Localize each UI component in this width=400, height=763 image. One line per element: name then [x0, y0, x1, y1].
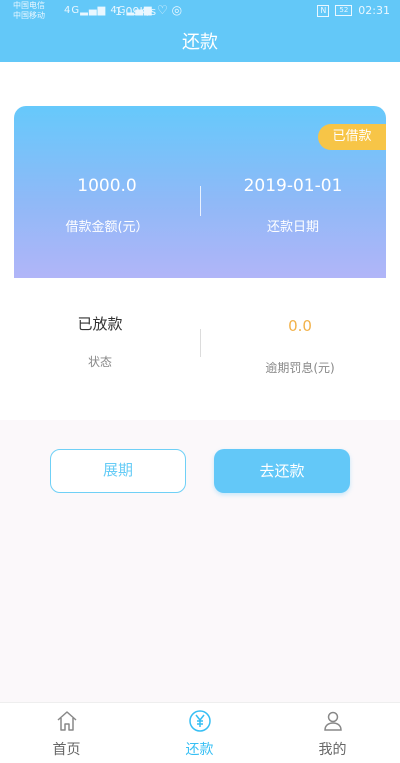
carrier-1: 中国电信 — [13, 1, 45, 10]
repay-date-value: 2019-01-01 — [243, 176, 343, 196]
nav-label-home: 首页 — [52, 742, 81, 758]
notification-icons: ♡ ◎ — [157, 3, 182, 17]
nav-label-repay: 还款 — [185, 742, 214, 758]
nav-item-repay[interactable]: 还款 — [133, 709, 266, 759]
status-value: 已放款 — [77, 315, 123, 333]
clock: 02:31 — [358, 4, 390, 17]
loan-card: 已借款 1000.0 借款金额(元） 2019-01-01 还款日期 — [14, 106, 386, 278]
page-title: 还款 — [182, 32, 218, 53]
battery-icon: 52 — [335, 5, 353, 16]
nav-label-mine: 我的 — [318, 742, 347, 758]
carrier-2: 中国移动 — [13, 11, 45, 20]
extend-button[interactable]: 展期 — [50, 449, 186, 493]
action-panel: 展期 去还款 — [0, 420, 400, 702]
signal-icon: ▂▄▆ — [80, 5, 107, 16]
status-right: N 52 02:31 — [317, 4, 390, 17]
carrier-names: 中国电信 中国移动 — [13, 1, 45, 21]
loan-amount-value: 1000.0 — [77, 176, 137, 196]
heart-icon: ♡ — [157, 3, 168, 17]
nav-item-mine[interactable]: 我的 — [266, 709, 399, 759]
network-type-1: 4G — [64, 5, 81, 16]
penalty-label: 逾期罚息(元) — [265, 361, 335, 375]
user-icon — [323, 711, 342, 731]
status-label: 状态 — [87, 355, 112, 369]
penalty-value: 0.0 — [288, 317, 312, 335]
repay-button[interactable]: 去还款 — [214, 449, 350, 493]
loan-amount-label: 借款金额(元） — [65, 220, 149, 235]
status-bar: 中国电信 中国移动 4G▂▄▆ 4G▂▄▆ 1.09K/s ♡ ◎ N 52 0… — [0, 0, 400, 24]
app-icon: ◎ — [171, 3, 183, 17]
home-icon — [57, 711, 76, 731]
nfc-icon: N — [317, 4, 330, 17]
top-header: 中国电信 中国移动 4G▂▄▆ 4G▂▄▆ 1.09K/s ♡ ◎ N 52 0… — [0, 0, 400, 62]
nav-item-home[interactable]: 首页 — [0, 709, 133, 759]
yen-icon — [188, 710, 211, 732]
bottom-nav: 首页 还款 我的 — [0, 702, 400, 763]
network-speed: 1.09K/s — [115, 5, 157, 18]
loan-status-badge: 已借款 — [318, 124, 386, 150]
loan-info-row: 已放款 状态 0.0 逾期罚息(元) — [0, 305, 400, 405]
repay-date-label: 还款日期 — [266, 220, 319, 235]
